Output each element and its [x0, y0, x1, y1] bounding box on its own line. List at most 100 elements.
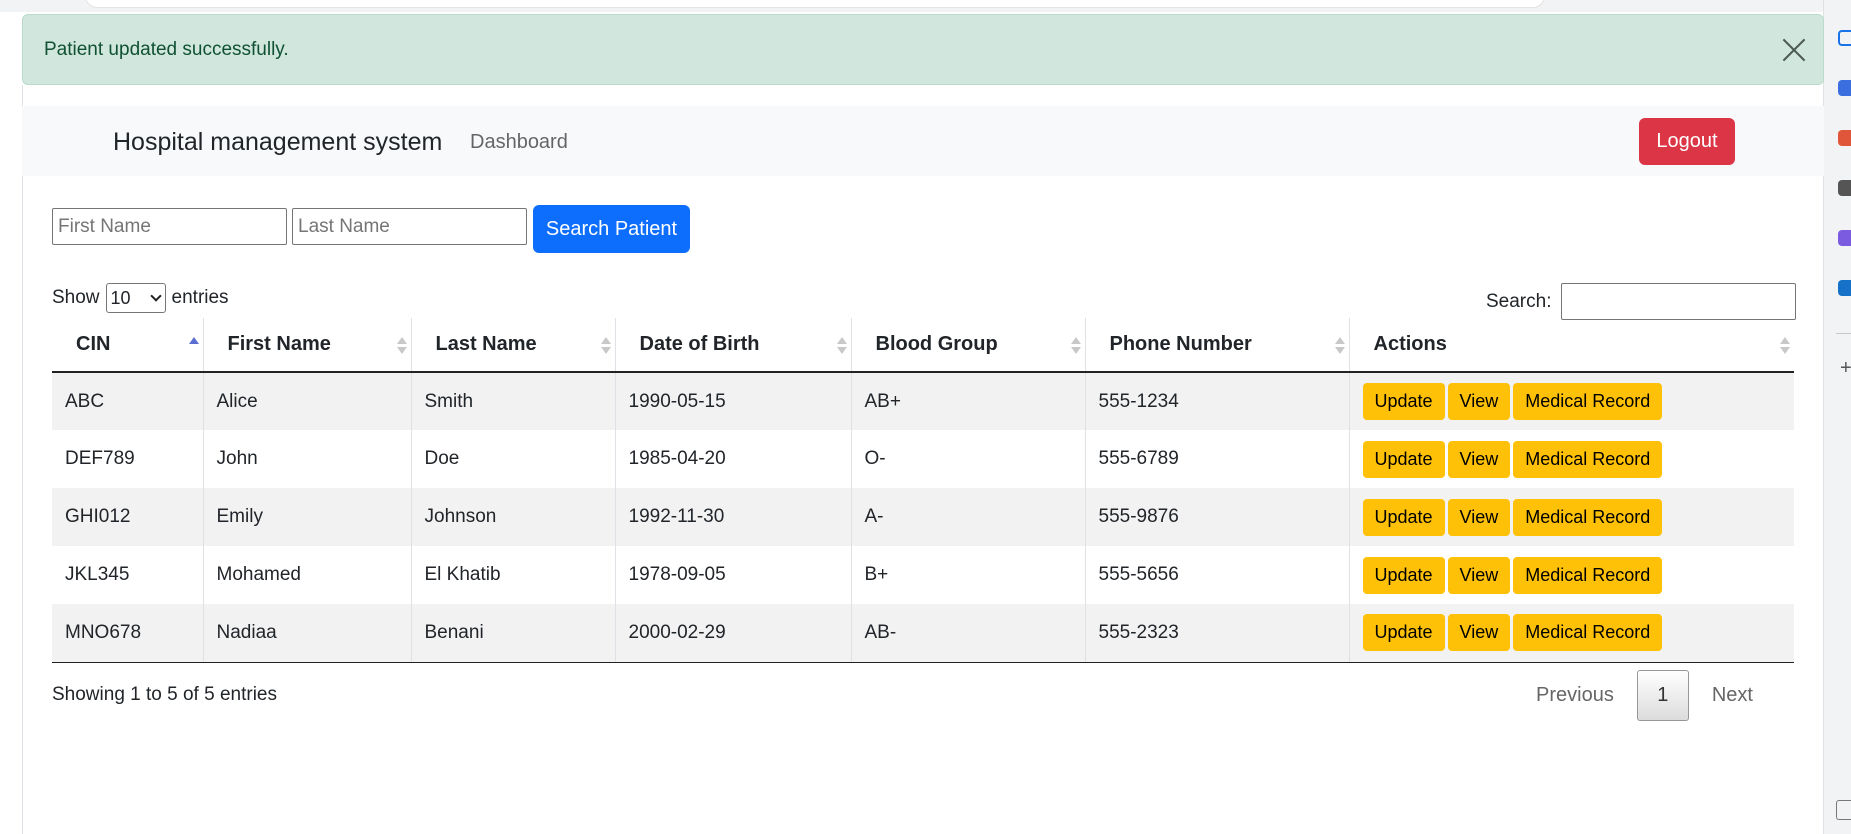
cell-blood-group: AB-: [850, 604, 1085, 663]
update-button[interactable]: Update: [1362, 440, 1445, 478]
sort-icon: [836, 337, 847, 355]
sort-icon: [1780, 337, 1790, 355]
column-header-actions[interactable]: Actions: [1348, 318, 1794, 373]
person-icon[interactable]: [1838, 180, 1851, 196]
rail-divider: [1836, 333, 1851, 334]
column-header-first-name[interactable]: First Name: [202, 318, 411, 373]
pagination-page-1[interactable]: 1: [1636, 670, 1689, 721]
page-border-left: [22, 85, 23, 834]
cell-blood-group: A-: [850, 488, 1085, 546]
column-header-cin[interactable]: CIN: [52, 318, 203, 373]
search-icon[interactable]: [1838, 30, 1851, 46]
copilot-icon[interactable]: [1838, 230, 1851, 246]
browser-address-pill: [85, 0, 1545, 8]
medical-record-button[interactable]: Medical Record: [1513, 440, 1663, 478]
cell-first-name: Nadiaa: [202, 604, 411, 663]
pagination-next[interactable]: Next: [1712, 684, 1753, 707]
cell-first-name: Alice: [202, 372, 411, 430]
cell-blood-group: B+: [850, 546, 1085, 604]
column-header-label: Last Name: [435, 333, 537, 355]
column-header-date-of-birth[interactable]: Date of Birth: [614, 318, 851, 373]
medical-record-button[interactable]: Medical Record: [1513, 614, 1663, 652]
logout-button[interactable]: Logout: [1639, 118, 1735, 165]
medical-record-button[interactable]: Medical Record: [1513, 556, 1663, 594]
update-button[interactable]: Update: [1362, 614, 1445, 652]
last-name-input[interactable]: [292, 208, 527, 245]
cell-date-of-birth: 1978-09-05: [614, 546, 851, 604]
column-header-phone-number[interactable]: Phone Number: [1084, 318, 1349, 373]
cell-phone-number: 555-5656: [1084, 546, 1349, 604]
sort-ascending-icon: [188, 337, 199, 355]
cell-last-name: Benani: [410, 604, 615, 663]
add-icon[interactable]: +: [1840, 358, 1851, 378]
table-info: Showing 1 to 5 of 5 entries: [52, 684, 277, 705]
search-patient-button[interactable]: Search Patient: [533, 205, 690, 253]
briefcase-icon[interactable]: [1838, 130, 1851, 146]
cell-phone-number: 555-6789: [1084, 430, 1349, 488]
pagination-previous[interactable]: Previous: [1536, 684, 1614, 707]
column-header-label: First Name: [227, 333, 331, 355]
column-header-label: Blood Group: [875, 333, 998, 355]
pagination: Previous 1 Next: [1536, 670, 1753, 721]
update-button[interactable]: Update: [1362, 498, 1445, 536]
patients-table: CIN First Name Last Name Date of Birth B…: [52, 318, 1794, 663]
cell-cin: JKL345: [65, 564, 130, 585]
cell-phone-number: 555-9876: [1084, 488, 1349, 546]
view-button[interactable]: View: [1447, 498, 1511, 536]
cell-cin: GHI012: [65, 506, 131, 527]
page-border-right: [1823, 85, 1824, 834]
column-header-blood-group[interactable]: Blood Group: [850, 318, 1085, 373]
column-header-label: Phone Number: [1109, 333, 1252, 355]
cell-actions: Update View Medical Record: [1348, 488, 1794, 546]
cell-last-name: Smith: [410, 372, 615, 430]
cell-actions: Update View Medical Record: [1348, 430, 1794, 488]
cell-last-name: Doe: [410, 430, 615, 488]
sort-icon: [600, 337, 611, 355]
view-button[interactable]: View: [1447, 383, 1511, 420]
entries-label: entries: [171, 287, 229, 308]
cell-date-of-birth: 1990-05-15: [614, 372, 851, 430]
cell-date-of-birth: 1992-11-30: [614, 488, 851, 546]
browser-top-strip: [0, 0, 1825, 12]
entries-length-control: Show 10 entries: [52, 283, 229, 313]
cell-phone-number: 555-2323: [1084, 604, 1349, 663]
browser-side-panel: +: [1823, 0, 1851, 834]
cell-date-of-birth: 1985-04-20: [614, 430, 851, 488]
view-button[interactable]: View: [1447, 556, 1511, 594]
update-button[interactable]: Update: [1362, 383, 1445, 420]
cell-blood-group: O-: [850, 430, 1085, 488]
cell-actions: Update View Medical Record: [1348, 546, 1794, 604]
show-label: Show: [52, 287, 100, 308]
column-header-label: Date of Birth: [639, 333, 760, 355]
medical-record-button[interactable]: Medical Record: [1513, 383, 1663, 420]
sidebar-toggle-icon[interactable]: [1836, 800, 1851, 820]
first-name-input[interactable]: [52, 208, 287, 245]
view-button[interactable]: View: [1447, 614, 1511, 652]
table-search-control: Search:: [1486, 283, 1797, 320]
chevron-down-icon: [149, 290, 162, 302]
update-button[interactable]: Update: [1362, 556, 1445, 594]
table-row: MNO678 Nadiaa Benani 2000-02-29 AB- 555-…: [52, 604, 1794, 663]
diamond-icon[interactable]: [1838, 80, 1851, 96]
nav-link-dashboard[interactable]: Dashboard: [470, 131, 568, 154]
column-header-label: Actions: [1373, 333, 1447, 355]
outlook-icon[interactable]: [1838, 280, 1851, 296]
cell-blood-group: AB+: [850, 372, 1085, 430]
cell-cin: MNO678: [52, 604, 203, 663]
page: + Patient updated successfully. Hospital…: [0, 0, 1851, 834]
close-icon[interactable]: [1781, 37, 1807, 63]
cell-cin: ABC: [65, 390, 105, 412]
alert-message: Patient updated successfully.: [44, 38, 289, 60]
cell-actions: Update View Medical Record: [1348, 372, 1794, 430]
navbar-brand[interactable]: Hospital management system: [113, 128, 442, 157]
column-header-last-name[interactable]: Last Name: [410, 318, 615, 373]
cell-last-name: Johnson: [410, 488, 615, 546]
sort-icon: [1070, 337, 1081, 355]
medical-record-button[interactable]: Medical Record: [1513, 498, 1663, 536]
table-search-input[interactable]: [1561, 283, 1797, 320]
entries-length-select[interactable]: 10: [105, 283, 166, 313]
cell-last-name: El Khatib: [410, 546, 615, 604]
view-button[interactable]: View: [1447, 440, 1511, 478]
entries-length-value: 10: [110, 287, 131, 308]
cell-date-of-birth: 2000-02-29: [614, 604, 851, 663]
